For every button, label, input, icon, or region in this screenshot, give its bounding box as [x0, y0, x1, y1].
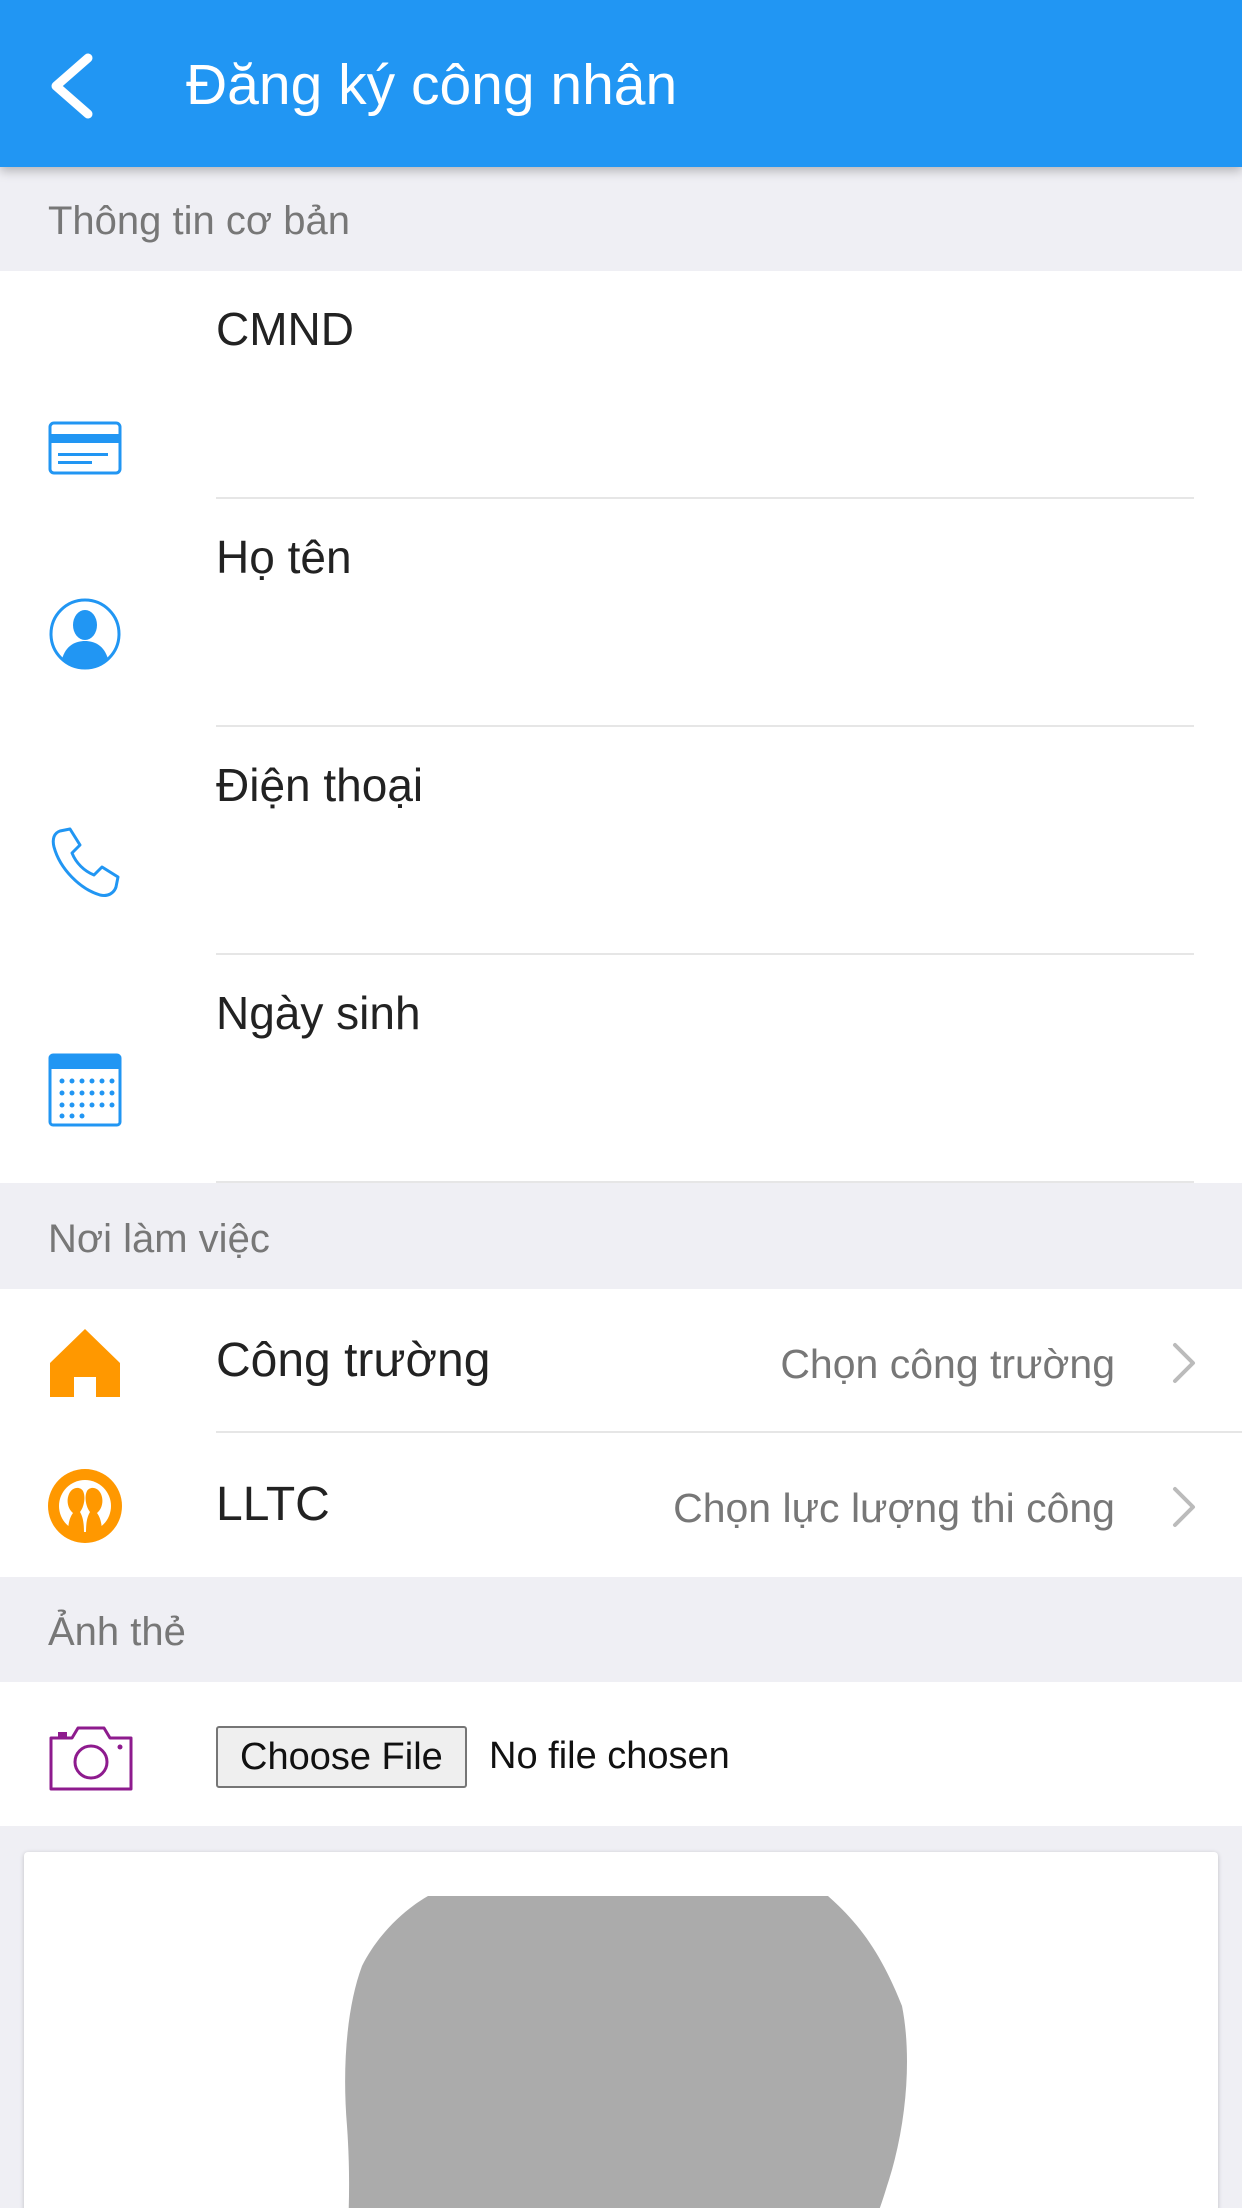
photo-preview [24, 1852, 1218, 2208]
cmnd-input[interactable] [216, 371, 1192, 471]
camera-icon [49, 1726, 133, 1791]
divider [216, 1181, 1194, 1183]
phone-icon [51, 827, 120, 897]
back-icon[interactable] [40, 48, 110, 124]
phone-input[interactable] [216, 827, 1192, 927]
name-label: Họ tên [216, 531, 352, 583]
choose-file-button[interactable]: Choose File [216, 1726, 467, 1788]
name-field: Họ tên [0, 499, 1242, 727]
site-select-row[interactable]: Công trường Chọn công trường [0, 1289, 1242, 1433]
site-value: Chọn công trường [780, 1341, 1115, 1387]
chevron-right-icon [1173, 1343, 1195, 1383]
site-label: Công trường [216, 1334, 491, 1387]
name-input[interactable] [216, 599, 1192, 699]
page-title: Đăng ký công nhân [186, 53, 678, 117]
cmnd-label: CMND [216, 303, 354, 355]
section-title: Nơi làm việc [48, 1217, 270, 1261]
file-status: No file chosen [489, 1735, 730, 1777]
phone-label: Điện thoại [216, 759, 424, 811]
section-title: Thông tin cơ bản [48, 199, 350, 243]
person-icon [49, 598, 121, 670]
force-select-row[interactable]: LLTC Chọn lực lượng thi công [0, 1433, 1242, 1577]
birthday-field: Ngày sinh [0, 955, 1242, 1183]
section-header-workplace: Nơi làm việc [0, 1185, 1242, 1289]
force-value: Chọn lực lượng thi công [673, 1485, 1115, 1531]
app-header: Đăng ký công nhân [0, 0, 1242, 167]
id-card-icon [48, 421, 122, 475]
home-icon [50, 1329, 120, 1397]
basic-info-form: CMND Họ tên Điện thoại Ngày sinh [0, 271, 1242, 1183]
group-icon [48, 1469, 122, 1543]
cmnd-field: CMND [0, 271, 1242, 499]
birthday-input[interactable] [216, 1055, 1192, 1155]
file-picker-row: Choose File No file chosen [0, 1682, 1242, 1826]
section-title: Ảnh thẻ [48, 1610, 186, 1654]
phone-field: Điện thoại [0, 727, 1242, 955]
section-header-basic-info: Thông tin cơ bản [0, 167, 1242, 271]
section-header-id-photo: Ảnh thẻ [0, 1578, 1242, 1682]
calendar-icon [48, 1053, 122, 1127]
workplace-list: Công trường Chọn công trường LLTC Chọn l… [0, 1289, 1242, 1577]
chevron-right-icon [1173, 1487, 1195, 1527]
force-label: LLTC [216, 1478, 330, 1531]
birthday-label: Ngày sinh [216, 987, 421, 1039]
avatar-placeholder-icon [345, 1896, 907, 2208]
